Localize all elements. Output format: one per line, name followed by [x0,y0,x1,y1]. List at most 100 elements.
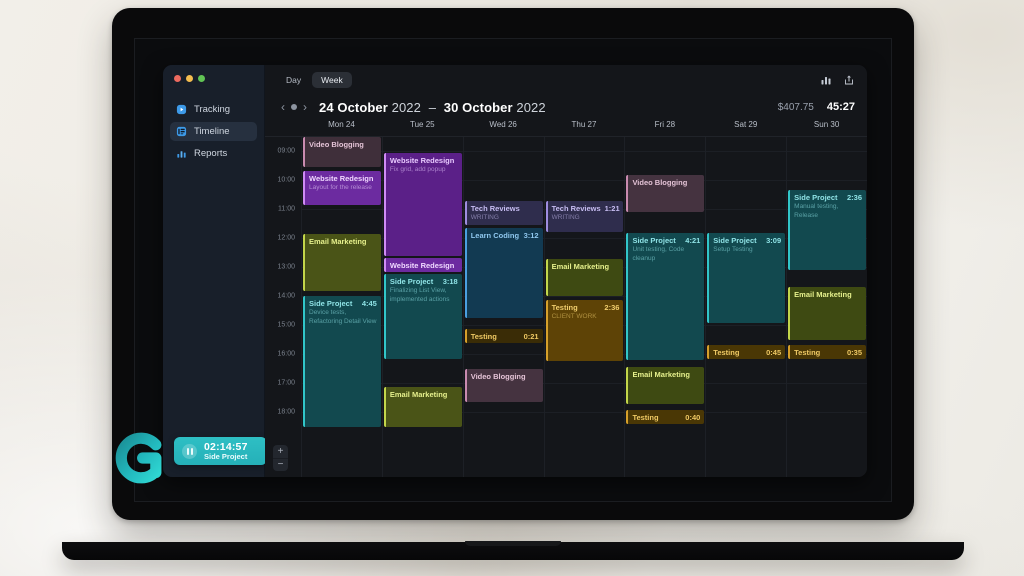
day-header-6[interactable]: Sun 30 [786,120,867,136]
day-header-1[interactable]: Tue 25 [382,120,463,136]
calendar-event[interactable]: Learn Coding 3:12 [464,228,543,318]
event-duration: 0:45 [766,348,782,357]
calendar-event[interactable]: Testing 2:36 CLIENT WORK [545,300,624,361]
event-subtitle: Setup Testing [713,246,753,253]
hour-gridline [463,354,544,355]
tab-day[interactable]: Day [277,72,310,88]
calendar-event[interactable]: Website Redesign [383,258,462,272]
event-title: Testing [470,332,497,341]
calendar-event[interactable]: Tech Reviews 1:21 WRITING [545,201,624,232]
calendar-event[interactable]: Testing 0:40 [626,410,705,424]
laptop-mockup: Tracking Timeline Reports 02:14:57 Side … [62,8,964,560]
calendar-event[interactable]: Side Project 4:45 Device tests, Refactorin… [303,296,381,427]
event-title: Email Marketing [309,237,367,246]
calendar-event[interactable]: Side Project 4:21 Unit testing, Code clean… [626,233,705,360]
hour-gridline [706,325,787,326]
calendar-event[interactable]: Email Marketing [788,287,867,340]
calendar-event[interactable]: Testing 0:21 [464,329,543,343]
pause-icon[interactable] [182,443,197,459]
day-columns: Video Blogging Website Redesign Layout for… [301,137,867,477]
day-header-5[interactable]: Sat 29 [705,120,786,136]
hour-gridline [706,383,787,384]
event-duration: 3:09 [766,236,782,245]
event-title: Video Blogging [632,178,688,187]
hour-gridline [463,180,544,181]
event-subtitle: Fix grid, add popup [389,166,446,173]
event-title: Testing [713,348,740,357]
timer-project-name: Side Project [204,451,248,461]
hour-gridline [463,151,544,152]
event-title: Testing [794,348,821,357]
hour-gridline [787,412,867,413]
day-column-3[interactable]: Tech Reviews 1:21 WRITING Email Marketing Te… [543,137,625,477]
event-subtitle: Device tests, Refactoring Detail View [309,309,377,325]
timer-elapsed: 02:14:57 [204,440,248,453]
day-column-0[interactable]: Video Blogging Website Redesign Layout for… [301,137,382,477]
zoom-out-button[interactable]: − [273,458,288,471]
calendar-event[interactable]: Side Project 3:09 Setup Testing [707,233,786,323]
event-title: Learn Coding [470,231,520,240]
chevron-right-icon[interactable]: › [299,101,311,113]
event-title: Website Redesign [309,174,374,183]
event-duration: 0:40 [685,413,701,422]
calendar-event[interactable]: Video Blogging [464,369,543,402]
day-header-3[interactable]: Thu 27 [544,120,625,136]
today-dot-icon[interactable] [291,104,297,110]
date-navigation-bar: ‹ › 24 October 2022 – 30 October 2022 $4… [265,94,867,120]
close-icon[interactable] [174,75,181,82]
day-header-2[interactable]: Wed 26 [463,120,544,136]
hour-gridline [787,180,867,181]
sidebar-item-timeline[interactable]: Timeline [170,122,257,141]
event-duration: 4:21 [685,236,701,245]
hour-gridline [787,383,867,384]
running-timer-widget[interactable]: 02:14:57 Side Project [174,437,267,465]
sidebar-item-tracking[interactable]: Tracking [170,100,257,119]
day-column-1[interactable]: Website Redesign Fix grid, add popup Websi… [381,137,463,477]
event-title: Video Blogging [309,140,364,149]
time-label: 18:00 [277,408,295,416]
minimize-icon[interactable] [186,75,193,82]
calendar-event[interactable]: Testing 0:35 [788,345,867,359]
calendar-event[interactable]: Email Marketing [383,387,462,427]
event-title: Email Marketing [389,390,448,399]
day-column-2[interactable]: Tech Reviews WRITING Learn Coding 3:12 Testi… [462,137,544,477]
calendar-event[interactable]: Email Marketing [303,234,381,291]
day-column-6[interactable]: Side Project 2:36 Manual testing, Release E… [786,137,867,477]
share-icon[interactable] [843,74,855,86]
day-column-5[interactable]: Side Project 3:09 Setup Testing Testing 0:45 [705,137,787,477]
calendar-event[interactable]: Video Blogging [303,137,381,167]
hour-gridline [463,412,544,413]
event-title: Side Project [389,277,434,286]
day-header-0[interactable]: Mon 24 [301,120,382,136]
laptop-notch [465,541,561,546]
calendar-event[interactable]: Testing 0:45 [707,345,786,359]
event-subtitle: Finalizing List View, implemented action… [389,287,450,303]
range-dash: – [428,99,437,115]
calendar-event[interactable]: Website Redesign Layout for the release [303,171,381,205]
bar-chart-icon[interactable] [820,74,832,86]
calendar-event[interactable]: Email Marketing [545,259,624,296]
calendar-event[interactable]: Email Marketing [626,367,705,404]
time-label: 11:00 [278,205,295,213]
calendar-event[interactable]: Tech Reviews WRITING [464,201,543,225]
date-range-label: 24 October 2022 – 30 October 2022 [319,100,546,115]
day-column-4[interactable]: Video Blogging Side Project 4:21 Unit testi… [624,137,706,477]
event-title: Side Project [632,236,676,245]
tab-week[interactable]: Week [312,71,352,88]
zoom-in-button[interactable]: + [273,445,288,458]
zoom-icon[interactable] [198,75,205,82]
calendar-event[interactable]: Video Blogging [626,175,705,212]
calendar-event[interactable]: Side Project 3:18 Finalizing List View, im… [383,274,462,359]
play-circle-icon [176,104,187,115]
calendar-event[interactable]: Side Project 2:36 Manual testing, Release [788,190,867,270]
hour-gridline [544,296,625,297]
time-label: 10:00 [277,176,295,184]
event-duration: 3:18 [442,277,458,286]
sidebar-item-reports[interactable]: Reports [170,144,257,163]
calendar-event[interactable]: Website Redesign Fix grid, add popup [383,153,462,256]
time-label: 12:00 [277,234,295,242]
brand-logo-g-icon [115,432,162,484]
day-header-4[interactable]: Fri 28 [624,120,705,136]
bar-chart-icon [177,151,186,158]
chevron-left-icon[interactable]: ‹ [277,101,289,113]
